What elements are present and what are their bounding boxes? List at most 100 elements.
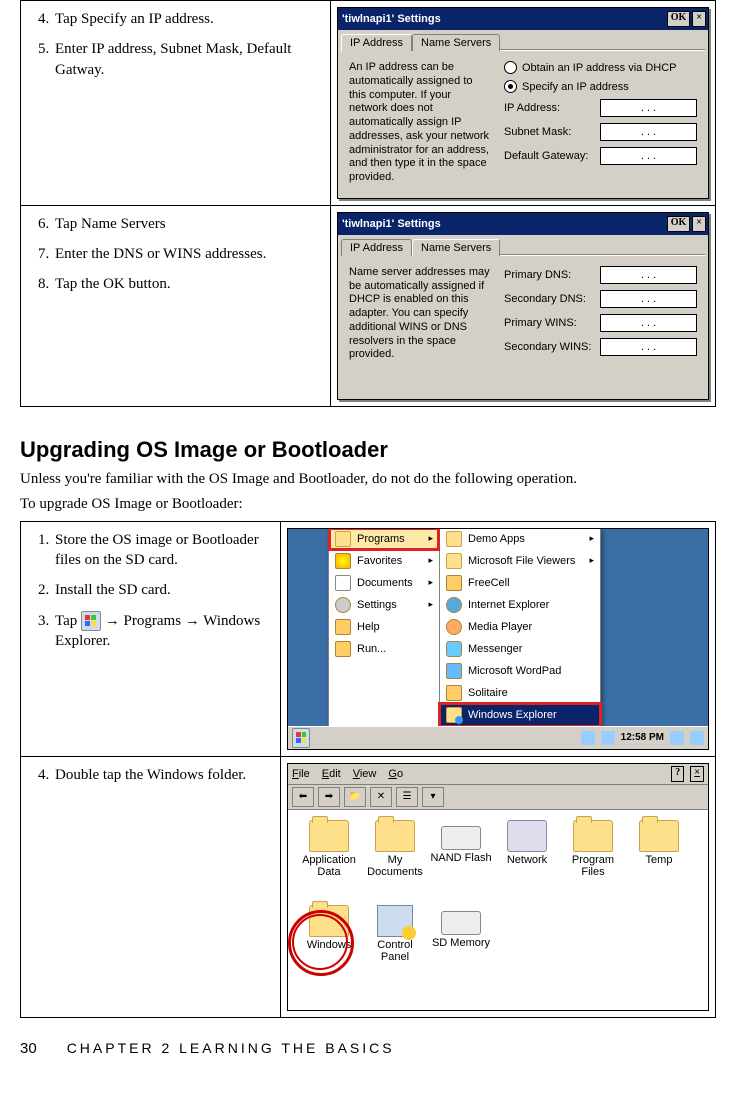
start-menu: Programs▸ Favorites▸ Documents▸ Settings… <box>328 528 601 727</box>
tray-icon[interactable] <box>670 731 684 745</box>
input-pwins[interactable]: . . . <box>600 314 697 332</box>
instruction-table-1: Tap Specify an IP address. Enter IP addr… <box>20 0 716 407</box>
close-button[interactable]: × <box>692 11 706 27</box>
menu-view[interactable]: View <box>353 768 377 780</box>
folder-mydocs[interactable]: My Documents <box>362 820 428 897</box>
folder-icon <box>573 820 613 852</box>
folder-network[interactable]: Network <box>494 820 560 897</box>
submenu-explorer[interactable]: Windows Explorer <box>440 704 600 726</box>
tabs: IP Address Name Servers <box>338 30 708 50</box>
ok-button[interactable]: OK <box>667 216 691 232</box>
close-button[interactable]: × <box>690 766 704 782</box>
menu-file[interactable]: File <box>292 768 310 780</box>
up-button[interactable]: 📁 <box>344 787 366 807</box>
ip-settings-dialog: 'tiwlnapi1' Settings OK × IP Address Nam… <box>337 7 709 199</box>
submenu-ie[interactable]: Internet Explorer <box>440 594 600 616</box>
tab-ip-address[interactable]: IP Address <box>341 239 412 256</box>
step-2: Install the SD card. <box>53 580 270 600</box>
submenu-mediaplayer[interactable]: Media Player <box>440 616 600 638</box>
menu-run[interactable]: Run... <box>329 638 439 660</box>
radio-specify[interactable]: Specify an IP address <box>504 80 697 93</box>
instruction-table-2: Store the OS image or Bootloader files o… <box>20 521 716 1018</box>
step-7: Enter the DNS or WINS addresses. <box>53 244 320 264</box>
view-button[interactable]: ▾ <box>422 787 444 807</box>
submenu-solitaire[interactable]: Solitaire <box>440 682 600 704</box>
submenu-demoapps[interactable]: Demo Apps▸ <box>440 528 600 550</box>
folder-icon <box>309 905 349 937</box>
solitaire-icon <box>446 685 462 701</box>
ie-icon <box>446 597 462 613</box>
properties-button[interactable]: ☰ <box>396 787 418 807</box>
input-gateway[interactable]: . . . <box>600 147 697 165</box>
submenu-fileviewers[interactable]: Microsoft File Viewers▸ <box>440 550 600 572</box>
dialog-title: 'tiwlnapi1' Settings <box>342 13 665 25</box>
forward-button[interactable]: ➡ <box>318 787 340 807</box>
label-ip: IP Address: <box>504 102 594 114</box>
start-menu-col1: Programs▸ Favorites▸ Documents▸ Settings… <box>328 528 440 727</box>
steps-cell-4: Double tap the Windows folder. <box>21 756 281 1017</box>
start-button[interactable] <box>292 730 310 746</box>
tab-panel: An IP address can be automatically assig… <box>341 50 705 195</box>
documents-icon <box>335 575 351 591</box>
folder-temp[interactable]: Temp <box>626 820 692 897</box>
tab-name-servers[interactable]: Name Servers <box>412 34 500 51</box>
step-4: Tap Specify an IP address. <box>53 9 320 29</box>
programs-icon <box>335 531 351 547</box>
label-subnet: Subnet Mask: <box>504 126 594 138</box>
input-subnet[interactable]: . . . <box>600 123 697 141</box>
menu-favorites[interactable]: Favorites▸ <box>329 550 439 572</box>
menu-programs[interactable]: Programs▸ <box>329 528 439 550</box>
radio-icon <box>504 80 517 93</box>
file-explorer-window: File Edit View Go ? × ⬅ ➡ 📁 ✕ <box>287 763 709 1011</box>
menu-documents[interactable]: Documents▸ <box>329 572 439 594</box>
clock: 12:58 PM <box>621 732 664 743</box>
tray-icon[interactable] <box>581 731 595 745</box>
folder-progfiles[interactable]: Program Files <box>560 820 626 897</box>
input-swins[interactable]: . . . <box>600 338 697 356</box>
start-icon <box>81 611 101 631</box>
folder-nand[interactable]: NAND Flash <box>428 820 494 897</box>
back-button[interactable]: ⬅ <box>292 787 314 807</box>
ok-button[interactable]: OK <box>667 11 691 27</box>
input-ip[interactable]: . . . <box>600 99 697 117</box>
steps-cell-1: Tap Specify an IP address. Enter IP addr… <box>21 1 331 206</box>
folder-appdata[interactable]: Application Data <box>296 820 362 897</box>
settings-icon <box>335 597 351 613</box>
screenshot-cell-2: 'tiwlnapi1' Settings OK × IP Address Nam… <box>331 205 716 406</box>
tray-icon[interactable] <box>601 731 615 745</box>
folder-icon <box>309 820 349 852</box>
folder-icon <box>639 820 679 852</box>
submenu-wordpad[interactable]: Microsoft WordPad <box>440 660 600 682</box>
step-3: Tap → Programs → Windows Explorer. <box>53 611 270 652</box>
close-button[interactable]: × <box>692 216 706 232</box>
folder-controlpanel[interactable]: Control Panel <box>362 905 428 982</box>
menu-go[interactable]: Go <box>388 768 403 780</box>
tab-name-servers[interactable]: Name Servers <box>412 239 500 256</box>
chapter-label: CHAPTER 2 LEARNING THE BASICS <box>67 1040 395 1056</box>
start-icon <box>292 728 310 748</box>
menu-help[interactable]: Help <box>329 616 439 638</box>
label-pdns: Primary DNS: <box>504 269 594 281</box>
radio-dhcp[interactable]: Obtain an IP address via DHCP <box>504 61 697 74</box>
section-heading: Upgrading OS Image or Bootloader <box>20 437 716 463</box>
menu-settings[interactable]: Settings▸ <box>329 594 439 616</box>
folder-sdmemory[interactable]: SD Memory <box>428 905 494 982</box>
delete-button[interactable]: ✕ <box>370 787 392 807</box>
submenu-messenger[interactable]: Messenger <box>440 638 600 660</box>
wince-desktop: Programs▸ Favorites▸ Documents▸ Settings… <box>287 528 709 750</box>
help-icon <box>335 619 351 635</box>
input-sdns[interactable]: . . . <box>600 290 697 308</box>
folder-windows[interactable]: Windows <box>296 905 362 982</box>
screenshot-cell-1: 'tiwlnapi1' Settings OK × IP Address Nam… <box>331 1 716 206</box>
submenu-freecell[interactable]: FreeCell <box>440 572 600 594</box>
tab-panel: Name server addresses may be automatical… <box>341 255 705 396</box>
screenshot-cell-3: Programs▸ Favorites▸ Documents▸ Settings… <box>281 521 716 756</box>
menu-edit[interactable]: Edit <box>322 768 341 780</box>
tray-icon[interactable] <box>690 731 704 745</box>
help-button[interactable]: ? <box>671 766 684 782</box>
input-pdns[interactable]: . . . <box>600 266 697 284</box>
label-gateway: Default Gateway: <box>504 150 594 162</box>
tab-ip-address[interactable]: IP Address <box>341 34 412 51</box>
disk-icon <box>441 911 481 935</box>
taskbar: 12:58 PM <box>288 726 708 749</box>
